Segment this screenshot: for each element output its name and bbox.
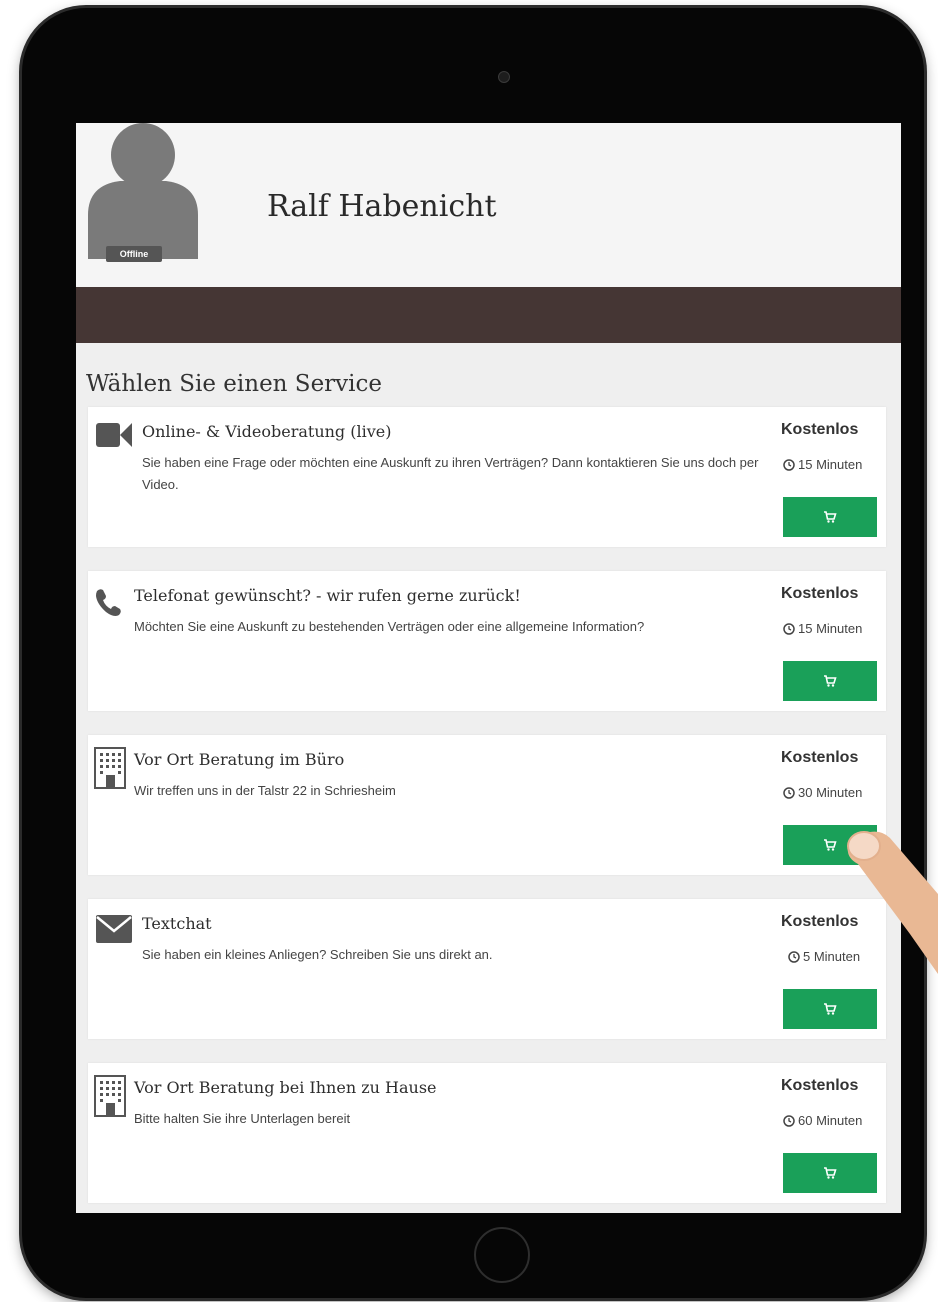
- duration-value: 5 Minuten: [803, 949, 861, 964]
- service-title: Vor Ort Beratung bei Ihnen zu Hause: [134, 1078, 437, 1097]
- profile-name: Ralf Habenicht: [267, 189, 497, 224]
- duration-value: 60 Minuten: [798, 1113, 863, 1128]
- service-card-phone[interactable]: Telefonat gewünscht? - wir rufen gerne z…: [88, 571, 886, 711]
- book-button[interactable]: [783, 825, 877, 865]
- cart-icon: [824, 839, 837, 851]
- cart-icon: [824, 675, 837, 687]
- service-card-textchat[interactable]: Textchat Sie haben ein kleines Anliegen?…: [88, 899, 886, 1039]
- service-title: Textchat: [142, 914, 212, 933]
- duration-label: 5 Minuten: [788, 949, 860, 964]
- service-card-video[interactable]: Online- & Videoberatung (live) Sie haben…: [88, 407, 886, 547]
- price-label: Kostenlos: [781, 749, 859, 766]
- phone-icon: [96, 589, 121, 616]
- duration-value: 15 Minuten: [798, 457, 863, 472]
- home-button[interactable]: [474, 1227, 530, 1283]
- service-description: Bitte halten Sie ihre Unterlagen bereit: [134, 1111, 351, 1126]
- service-title: Online- & Videoberatung (live): [142, 422, 392, 441]
- service-card-home-visit[interactable]: Vor Ort Beratung bei Ihnen zu Hause Bitt…: [88, 1063, 886, 1203]
- clock-icon: [783, 622, 795, 635]
- service-description: Sie haben ein kleines Anliegen? Schreibe…: [142, 947, 493, 962]
- video-camera-icon: [96, 423, 132, 447]
- duration-value: 30 Minuten: [798, 785, 863, 800]
- cart-icon: [824, 511, 837, 523]
- header-bar: [76, 287, 901, 343]
- status-badge: Offline: [106, 246, 162, 262]
- avatar-icon: [88, 123, 198, 259]
- book-button[interactable]: [783, 661, 877, 701]
- section-title: Wählen Sie einen Service: [86, 371, 383, 397]
- service-description: Möchten Sie eine Auskunft zu bestehenden…: [134, 619, 645, 634]
- book-button[interactable]: [783, 497, 877, 537]
- service-description: Sie haben eine Frage oder möchten eine A…: [142, 455, 759, 492]
- clock-icon: [783, 458, 795, 471]
- price-label: Kostenlos: [781, 585, 859, 602]
- office-building-icon: [94, 747, 126, 789]
- service-card-office[interactable]: Vor Ort Beratung im Büro Wir treffen uns…: [88, 735, 886, 875]
- office-building-icon: [94, 1075, 126, 1117]
- service-title: Telefonat gewünscht? - wir rufen gerne z…: [134, 586, 521, 605]
- clock-icon: [783, 1114, 795, 1127]
- service-description: Wir treffen uns in der Talstr 22 in Schr…: [134, 783, 396, 798]
- envelope-icon: [96, 915, 132, 943]
- price-label: Kostenlos: [781, 913, 859, 930]
- clock-icon: [783, 786, 795, 799]
- duration-label: 15 Minuten: [783, 621, 862, 636]
- duration-label: 60 Minuten: [783, 1113, 862, 1128]
- cart-icon: [824, 1167, 837, 1179]
- camera-icon: [498, 71, 510, 83]
- profile-header: Offline Ralf Habenicht: [76, 123, 901, 287]
- cart-icon: [824, 1003, 837, 1015]
- duration-label: 15 Minuten: [783, 457, 862, 472]
- book-button[interactable]: [783, 1153, 877, 1193]
- price-label: Kostenlos: [781, 421, 859, 438]
- clock-icon: [788, 950, 800, 963]
- service-title: Vor Ort Beratung im Büro: [134, 750, 345, 769]
- duration-label: 30 Minuten: [783, 785, 862, 800]
- price-label: Kostenlos: [781, 1077, 859, 1094]
- duration-value: 15 Minuten: [798, 621, 863, 636]
- app-screen: Offline Ralf Habenicht Wählen Sie einen …: [76, 123, 901, 1213]
- book-button[interactable]: [783, 989, 877, 1029]
